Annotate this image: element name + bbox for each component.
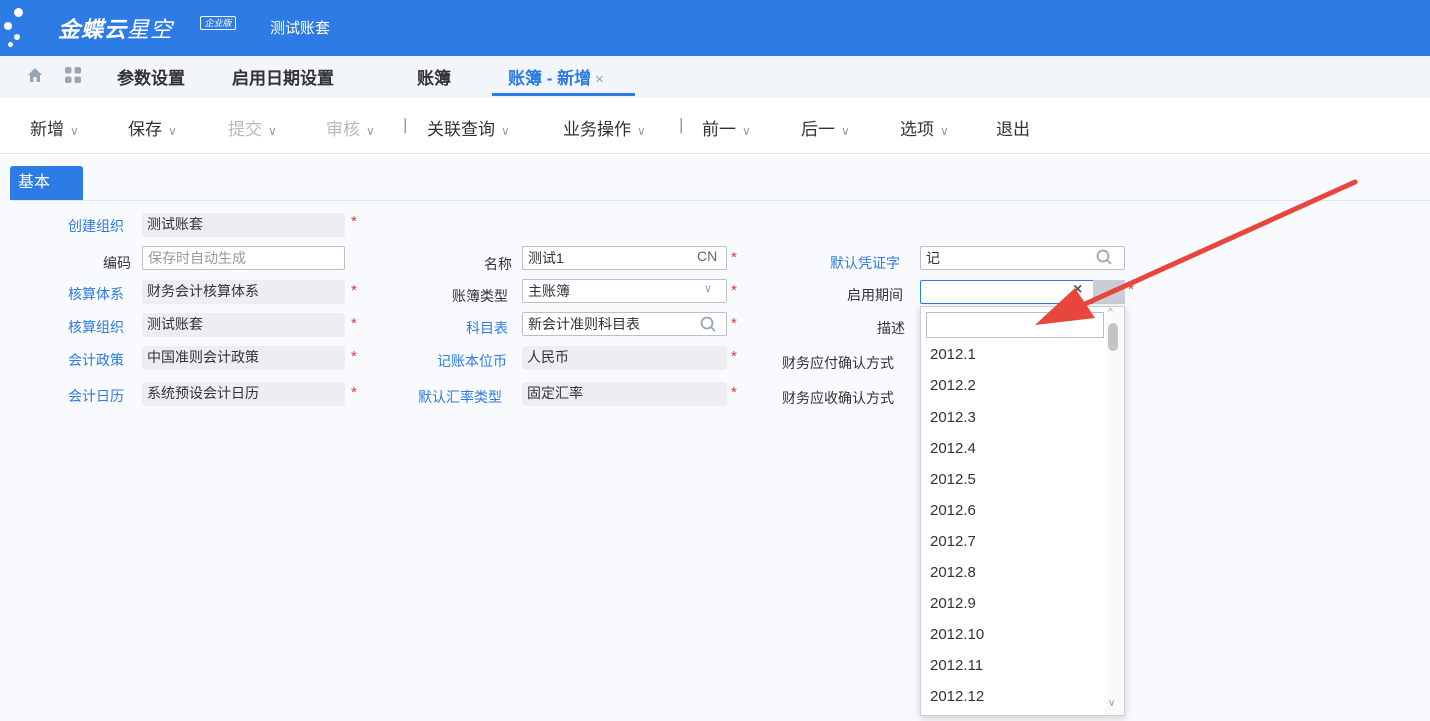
chevron-down-icon: ∨ — [70, 124, 79, 138]
tab-close-icon[interactable]: × — [595, 71, 604, 88]
options-button[interactable]: 选项 ∨ — [900, 115, 949, 140]
rate-type-field: 固定汇率 — [522, 382, 727, 406]
dropdown-option[interactable]: 2012.3 — [930, 409, 976, 426]
active-tab-indicator — [492, 93, 635, 96]
accounting-calendar-field: 系统预设会计日历 — [142, 382, 345, 406]
chevron-down-icon[interactable]: ∨ — [704, 282, 712, 295]
chevron-down-icon[interactable]: ∨ — [1108, 698, 1115, 709]
chevron-down-icon: ∨ — [940, 124, 949, 138]
ar-confirm-label: 财务应收确认方式 — [782, 390, 894, 406]
required-mark: * — [351, 282, 357, 299]
toolbar-divider: | — [679, 115, 684, 134]
dropdown-option[interactable]: 2012.1 — [930, 346, 976, 363]
tab-account-book[interactable]: 账簿 — [417, 64, 451, 89]
clear-icon[interactable]: × — [1073, 281, 1082, 299]
required-mark: * — [731, 384, 737, 401]
book-type-select[interactable]: 主账簿 — [522, 279, 727, 303]
tab-account-book-new[interactable]: 账簿 - 新增 × — [508, 64, 604, 89]
required-mark: * — [351, 384, 357, 401]
dropdown-option[interactable]: 2012.11 — [930, 657, 983, 674]
form-area — [0, 156, 1430, 721]
account-name[interactable]: 测试账套 — [270, 17, 330, 38]
start-period-toggle[interactable] — [1093, 280, 1125, 304]
accounting-org-label[interactable]: 核算组织 — [68, 317, 124, 337]
required-mark: * — [351, 315, 357, 332]
submit-button[interactable]: 提交 ∨ — [228, 115, 277, 140]
required-mark: * — [351, 213, 357, 230]
dropdown-option[interactable]: 2012.6 — [930, 502, 976, 519]
dropdown-option[interactable]: 2012.2 — [930, 377, 976, 394]
dropdown-option[interactable]: 2012.5 — [930, 471, 976, 488]
apps-icon[interactable] — [64, 66, 82, 84]
currency-field: 人民币 — [522, 346, 727, 370]
dropdown-option[interactable]: 2012.9 — [930, 595, 976, 612]
dropdown-scrollbar[interactable] — [1105, 308, 1123, 714]
home-icon[interactable] — [26, 66, 44, 84]
accounting-calendar-label[interactable]: 会计日历 — [68, 386, 124, 406]
required-mark: * — [731, 249, 737, 266]
business-ops-button[interactable]: 业务操作 ∨ — [563, 115, 646, 140]
dropdown-option[interactable]: 2012.10 — [930, 626, 984, 643]
tab-start-date-settings[interactable]: 启用日期设置 — [232, 64, 334, 89]
account-table-label[interactable]: 科目表 — [466, 318, 508, 338]
accounting-policy-field: 中国准则会计政策 — [142, 346, 345, 370]
prev-button[interactable]: 前一 ∨ — [702, 115, 751, 140]
next-button[interactable]: 后一 ∨ — [801, 115, 850, 140]
accounting-policy-label[interactable]: 会计政策 — [68, 350, 124, 370]
search-icon[interactable] — [699, 315, 717, 333]
chevron-down-icon: ∨ — [501, 124, 510, 138]
chevron-down-icon: ∨ — [168, 124, 177, 138]
rate-type-label[interactable]: 默认汇率类型 — [418, 387, 502, 407]
logo-icon — [0, 0, 60, 56]
accounting-org-field: 测试账套 — [142, 313, 345, 337]
create-org-label[interactable]: 创建组织 — [68, 216, 124, 236]
account-table-field[interactable]: 新会计准则科目表 — [522, 312, 727, 336]
new-button[interactable]: 新增 ∨ — [30, 115, 79, 140]
related-query-button[interactable]: 关联查询 ∨ — [427, 115, 510, 140]
description-label: 描述 — [877, 320, 905, 336]
book-type-label: 账簿类型 — [452, 288, 508, 304]
required-mark: * — [731, 282, 737, 299]
name-label: 名称 — [484, 256, 512, 272]
required-mark: * — [731, 348, 737, 365]
brand-logo: 金蝶云星空 — [58, 17, 174, 42]
accounting-system-field: 财务会计核算体系 — [142, 280, 345, 304]
required-mark: * — [1128, 281, 1134, 298]
chevron-down-icon: ∨ — [366, 124, 375, 138]
dropdown-option[interactable]: 2012.12 — [930, 688, 984, 705]
tab-divider — [10, 200, 1430, 201]
required-mark: * — [731, 315, 737, 332]
chevron-down-icon: ∨ — [742, 124, 751, 138]
search-icon[interactable] — [1095, 248, 1113, 266]
ap-confirm-label: 财务应付确认方式 — [782, 355, 894, 371]
chevron-down-icon: ∨ — [841, 124, 850, 138]
create-org-field: 测试账套 — [142, 213, 345, 237]
chevron-up-icon[interactable]: ^ — [1108, 307, 1113, 318]
dropdown-option[interactable]: 2012.4 — [930, 440, 976, 457]
chevron-down-icon: ∨ — [268, 124, 277, 138]
chevron-down-icon: ∨ — [637, 124, 646, 138]
dropdown-option[interactable]: 2012.8 — [930, 564, 976, 581]
save-button[interactable]: 保存 ∨ — [128, 115, 177, 140]
scrollbar-thumb[interactable] — [1108, 323, 1118, 351]
required-mark: * — [351, 348, 357, 365]
tab-parameter-settings[interactable]: 参数设置 — [117, 64, 185, 89]
accounting-system-label[interactable]: 核算体系 — [68, 284, 124, 304]
code-field[interactable]: 保存时自动生成 — [142, 246, 345, 270]
audit-button[interactable]: 审核 ∨ — [326, 115, 375, 140]
dropdown-option[interactable]: 2012.7 — [930, 533, 976, 550]
tab-basic[interactable]: 基本 — [10, 166, 83, 200]
tab-bar — [0, 56, 1430, 98]
code-label: 编码 — [103, 255, 131, 271]
currency-label[interactable]: 记账本位币 — [437, 351, 507, 371]
toolbar-divider: | — [403, 115, 408, 134]
voucher-word-label[interactable]: 默认凭证字 — [830, 253, 900, 273]
edition-badge: 企业版 — [200, 16, 236, 30]
dropdown-search-input[interactable] — [926, 312, 1104, 338]
start-period-label: 启用期间 — [847, 287, 903, 303]
exit-button[interactable]: 退出 — [996, 115, 1030, 140]
language-suffix[interactable]: CN — [697, 248, 717, 264]
